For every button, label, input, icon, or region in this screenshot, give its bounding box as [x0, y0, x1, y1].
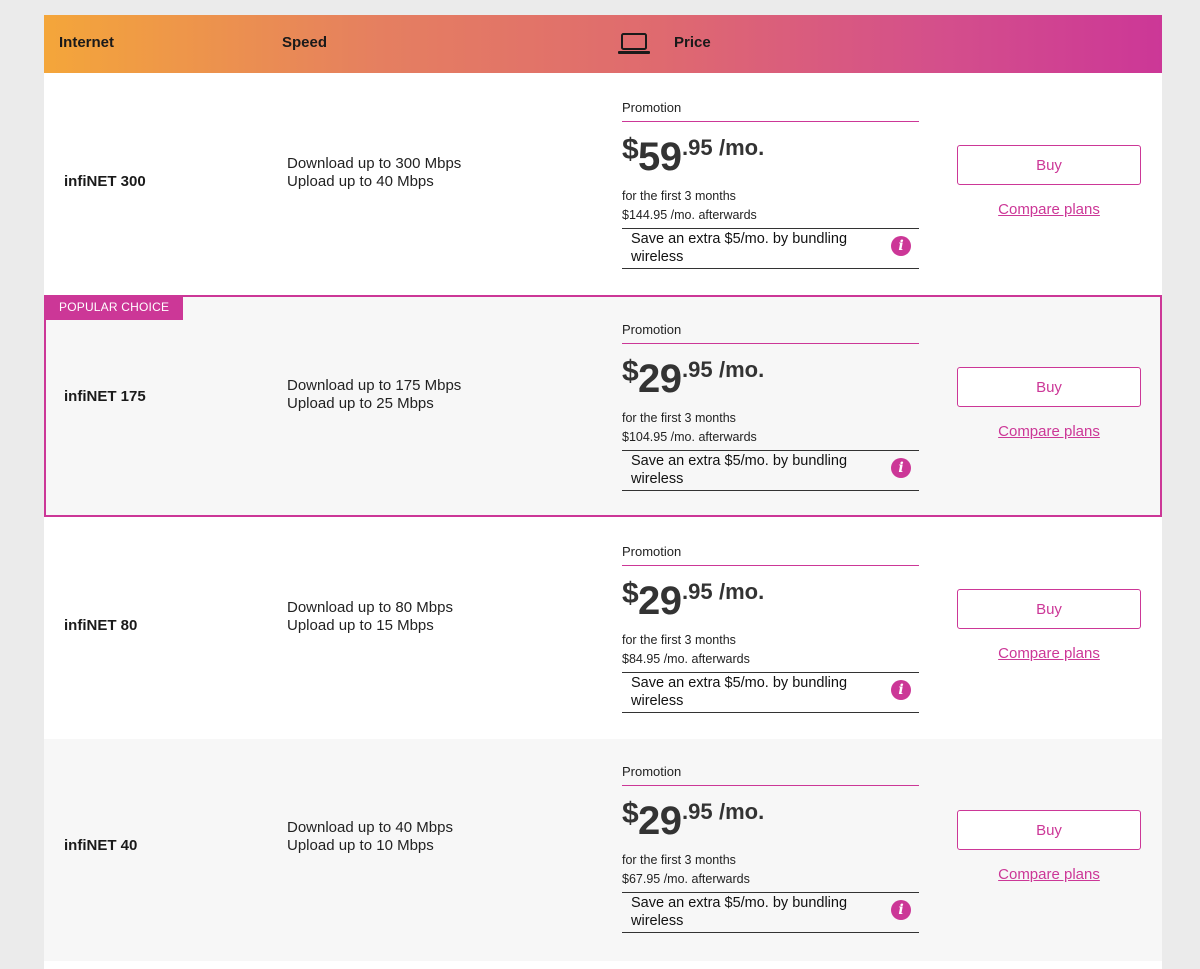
promo-term: for the first 3 months	[622, 411, 736, 425]
price-unit: /mo.	[719, 357, 765, 382]
download-speed: Download up to 40 Mbps	[287, 819, 453, 836]
after-price: $67.95 /mo. afterwards	[622, 872, 750, 886]
price-dollars: 29	[638, 579, 682, 623]
buy-button[interactable]: Buy	[957, 367, 1141, 407]
price: $ 29 .95 /mo.	[622, 353, 919, 401]
popular-choice-badge: POPULAR CHOICE	[44, 295, 184, 320]
bundle-text: Save an extra $5/mo. by bundling wireles…	[631, 675, 848, 709]
table-header: Internet Speed Price	[44, 15, 1162, 73]
plan-name: infiNET 300	[64, 173, 146, 190]
info-icon[interactable]: i	[891, 458, 911, 478]
info-icon[interactable]: i	[891, 236, 911, 256]
price-unit: /mo.	[719, 579, 765, 604]
price-terms: for the first 3 months $104.95 /mo. afte…	[622, 409, 919, 447]
plan-speed: Download up to 175 Mbps Upload up to 25 …	[287, 377, 461, 413]
price-block: Promotion $ 29 .95 /mo. for the first 3 …	[622, 544, 919, 713]
buy-button[interactable]: Buy	[957, 589, 1141, 629]
price-terms: for the first 3 months $84.95 /mo. after…	[622, 631, 919, 669]
price-currency: $	[622, 355, 639, 388]
download-speed: Download up to 175 Mbps	[287, 377, 462, 394]
upload-speed: Upload up to 10 Mbps	[287, 837, 434, 854]
compare-plans-link[interactable]: Compare plans	[957, 866, 1141, 883]
plan-name: infiNET 80	[64, 617, 138, 634]
info-icon[interactable]: i	[891, 900, 911, 920]
bundle-text: Save an extra $5/mo. by bundling wireles…	[631, 453, 848, 487]
price: $ 29 .95 /mo.	[622, 575, 919, 623]
promo-term: for the first 3 months	[622, 189, 736, 203]
promo-term: for the first 3 months	[622, 853, 736, 867]
bundle-text: Save an extra $5/mo. by bundling wireles…	[631, 231, 848, 265]
plan-row: infiNET 300 Download up to 300 Mbps Uplo…	[44, 73, 1162, 295]
price-terms: for the first 3 months $144.95 /mo. afte…	[622, 187, 919, 225]
price-block: Promotion $ 29 .95 /mo. for the first 3 …	[622, 322, 919, 491]
plan-speed: Download up to 300 Mbps Upload up to 40 …	[287, 155, 461, 191]
upload-speed: Upload up to 15 Mbps	[287, 617, 434, 634]
info-icon[interactable]: i	[891, 680, 911, 700]
promotion-label: Promotion	[622, 322, 919, 344]
price-unit: /mo.	[719, 799, 765, 824]
plan-name: infiNET 175	[64, 388, 146, 405]
promotion-label: Promotion	[622, 100, 919, 122]
plan-name: infiNET 40	[64, 837, 138, 854]
price-cents: .95	[682, 799, 713, 824]
header-internet: Internet	[59, 34, 115, 51]
plan-row-popular: POPULAR CHOICE infiNET 175 Download up t…	[44, 295, 1162, 517]
price: $ 29 .95 /mo.	[622, 795, 919, 843]
promo-term: for the first 3 months	[622, 633, 736, 647]
plan-row: infiNET 40 Download up to 40 Mbps Upload…	[44, 739, 1162, 961]
download-speed: Download up to 80 Mbps	[287, 599, 453, 616]
buy-button[interactable]: Buy	[957, 145, 1141, 185]
promotion-label: Promotion	[622, 544, 919, 566]
compare-plans-link[interactable]: Compare plans	[957, 645, 1141, 662]
price-currency: $	[622, 797, 639, 830]
price: $ 59 .95 /mo.	[622, 131, 919, 179]
price-cents: .95	[682, 135, 713, 160]
bundle-offer: Save an extra $5/mo. by bundling wireles…	[622, 228, 919, 269]
after-price: $144.95 /mo. afterwards	[622, 208, 757, 222]
header-price: Price	[674, 34, 711, 51]
download-speed: Download up to 300 Mbps	[287, 155, 462, 172]
next-row-edge	[44, 961, 1162, 969]
bundle-text: Save an extra $5/mo. by bundling wireles…	[631, 895, 848, 929]
plan-speed: Download up to 80 Mbps Upload up to 15 M…	[287, 599, 453, 635]
plan-row: infiNET 80 Download up to 80 Mbps Upload…	[44, 517, 1162, 739]
price-cents: .95	[682, 357, 713, 382]
buy-button[interactable]: Buy	[957, 810, 1141, 850]
header-speed: Speed	[282, 34, 328, 51]
bundle-offer: Save an extra $5/mo. by bundling wireles…	[622, 672, 919, 713]
price-currency: $	[622, 133, 639, 166]
price-dollars: 29	[638, 357, 682, 401]
upload-speed: Upload up to 40 Mbps	[287, 173, 434, 190]
compare-plans-link[interactable]: Compare plans	[957, 423, 1141, 440]
after-price: $84.95 /mo. afterwards	[622, 652, 750, 666]
price-cents: .95	[682, 579, 713, 604]
price-block: Promotion $ 59 .95 /mo. for the first 3 …	[622, 100, 919, 269]
bundle-offer: Save an extra $5/mo. by bundling wireles…	[622, 892, 919, 933]
price-dollars: 59	[638, 135, 682, 179]
price-unit: /mo.	[719, 135, 765, 160]
laptop-icon	[618, 33, 650, 54]
price-dollars: 29	[638, 799, 682, 843]
promotion-label: Promotion	[622, 764, 919, 786]
plan-speed: Download up to 40 Mbps Upload up to 10 M…	[287, 819, 453, 855]
price-terms: for the first 3 months $67.95 /mo. after…	[622, 851, 919, 889]
upload-speed: Upload up to 25 Mbps	[287, 395, 434, 412]
compare-plans-link[interactable]: Compare plans	[957, 201, 1141, 218]
price-currency: $	[622, 577, 639, 610]
after-price: $104.95 /mo. afterwards	[622, 430, 757, 444]
bundle-offer: Save an extra $5/mo. by bundling wireles…	[622, 450, 919, 491]
plans-table: Internet Speed Price infiNET 300 Downloa…	[44, 15, 1162, 961]
price-block: Promotion $ 29 .95 /mo. for the first 3 …	[622, 764, 919, 933]
